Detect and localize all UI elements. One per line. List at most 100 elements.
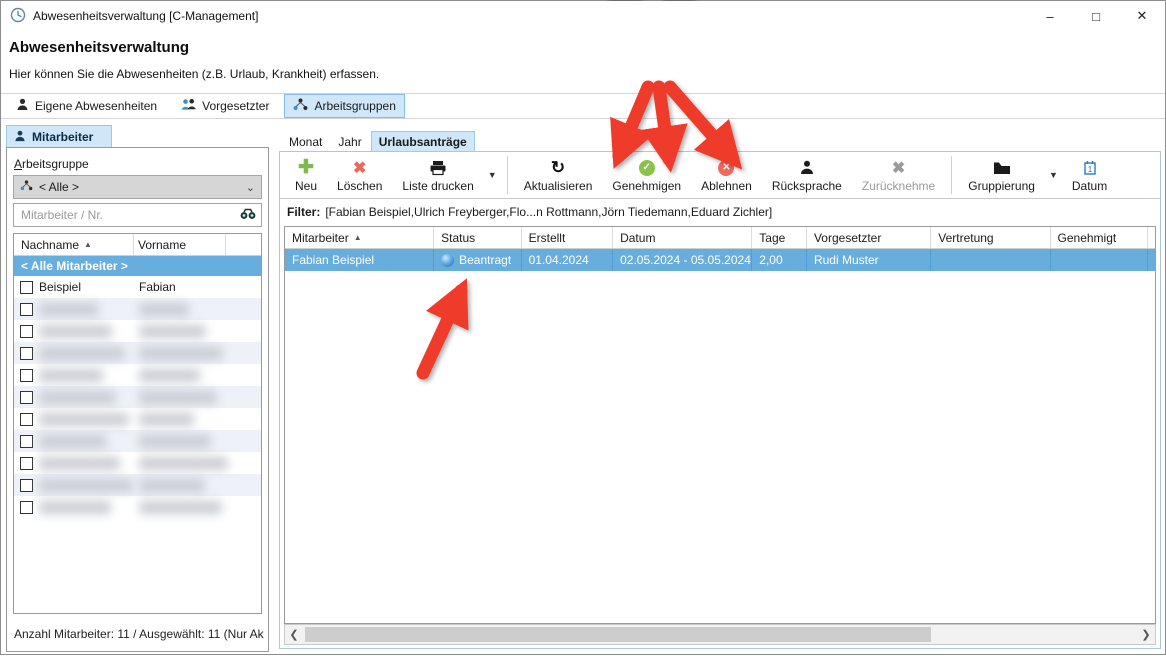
list-item-blurred[interactable] — [14, 298, 261, 320]
column-header-nachname[interactable]: Nachname ▲ — [14, 234, 134, 255]
sort-asc-icon: ▲ — [84, 240, 92, 249]
checkbox[interactable] — [20, 413, 33, 426]
calendar-icon: 1 — [1084, 158, 1096, 178]
filter-label: Filter: — [287, 205, 320, 219]
scroll-left-icon[interactable]: ❮ — [285, 628, 303, 641]
requests-table: Mitarbeiter ▲ Status Erstellt Datum Tage… — [284, 226, 1156, 624]
binoculars-icon[interactable] — [240, 208, 256, 223]
tab-label: Arbeitsgruppen — [314, 99, 395, 113]
workgroup-icon — [20, 180, 33, 194]
checkbox[interactable] — [20, 303, 33, 316]
arbeitsgruppe-label: Arbeitsgruppe — [14, 157, 89, 171]
close-button[interactable]: ✕ — [1119, 1, 1165, 31]
neu-button[interactable]: ✚ Neu — [285, 152, 327, 198]
checkbox[interactable] — [20, 457, 33, 470]
maximize-button[interactable]: □ — [1073, 1, 1119, 31]
ruecksprache-button[interactable]: Rücksprache — [762, 152, 852, 198]
checkbox[interactable] — [20, 347, 33, 360]
tab-label: Mitarbeiter — [32, 130, 93, 144]
column-header-mitarbeiter[interactable]: Mitarbeiter ▲ — [285, 227, 434, 248]
datum-button[interactable]: 1 Datum — [1062, 152, 1117, 198]
status-beantragt-icon — [441, 254, 454, 267]
horizontal-scrollbar[interactable]: ❮ ❯ — [284, 624, 1156, 645]
table-row-selected[interactable]: Fabian Beispiel Beantragt 01.04.2024 02.… — [285, 249, 1155, 271]
titlebar: Abwesenheitsverwaltung [C-Management] – … — [1, 1, 1165, 31]
minimize-button[interactable]: – — [1027, 1, 1073, 31]
list-item-blurred[interactable] — [14, 320, 261, 342]
tab-mitarbeiter[interactable]: Mitarbeiter — [6, 125, 112, 148]
scroll-right-icon[interactable]: ❯ — [1137, 628, 1155, 641]
app-clock-icon — [10, 7, 26, 26]
toolbar: ✚ Neu ✖ Löschen Liste drucken ▼ ↻ Aktual… — [280, 152, 1160, 199]
mitarbeiter-panel: Arbeitsgruppe < Alle > ⌄ Nachname ▲ Vorn… — [6, 147, 269, 652]
tab-arbeitsgruppen[interactable]: Arbeitsgruppen — [284, 94, 404, 118]
gruppierung-button[interactable]: Gruppierung — [958, 152, 1045, 198]
workgroup-icon — [293, 98, 308, 114]
sort-asc-icon: ▲ — [354, 233, 362, 242]
mitarbeiter-count-status: Anzahl Mitarbeiter: 11 / Ausgewählt: 11 … — [14, 627, 266, 641]
tab-monat[interactable]: Monat — [282, 132, 329, 152]
list-item-blurred[interactable] — [14, 474, 261, 496]
list-item[interactable]: Beispiel Fabian — [14, 276, 261, 298]
print-dropdown-arrow[interactable]: ▼ — [484, 152, 501, 198]
checkbox[interactable] — [20, 369, 33, 382]
checkbox[interactable] — [20, 501, 33, 514]
person-icon — [800, 158, 814, 178]
checkbox[interactable] — [20, 435, 33, 448]
folder-icon — [993, 158, 1011, 178]
list-item-blurred[interactable] — [14, 386, 261, 408]
checkbox[interactable] — [20, 479, 33, 492]
aktualisieren-button[interactable]: ↻ Aktualisieren — [514, 152, 603, 198]
tab-jahr[interactable]: Jahr — [331, 132, 368, 152]
column-header-vorgesetzter[interactable]: Vorgesetzter — [807, 227, 931, 248]
tab-label: Vorgesetzter — [202, 99, 269, 113]
table-header: Mitarbeiter ▲ Status Erstellt Datum Tage… — [285, 227, 1155, 249]
list-item-blurred[interactable] — [14, 364, 261, 386]
urlaubsantraege-panel: ✚ Neu ✖ Löschen Liste drucken ▼ ↻ Aktual… — [279, 151, 1161, 649]
gruppierung-dropdown-arrow[interactable]: ▼ — [1045, 152, 1062, 198]
tab-urlaubsantraege[interactable]: Urlaubsanträge — [371, 131, 475, 152]
view-tab-bar: Monat Jahr Urlaubsanträge — [282, 129, 475, 152]
tab-eigene-abwesenheiten[interactable]: Eigene Abwesenheiten — [7, 94, 166, 118]
list-item-blurred[interactable] — [14, 430, 261, 452]
list-header: Nachname ▲ Vorname — [14, 234, 261, 256]
column-header-genehmigt[interactable]: Genehmigt — [1051, 227, 1148, 248]
person-icon — [16, 98, 29, 114]
window-title: Abwesenheitsverwaltung [C-Management] — [33, 9, 258, 23]
liste-drucken-button[interactable]: Liste drucken — [392, 152, 483, 198]
column-header-tage[interactable]: Tage — [752, 227, 807, 248]
page-subtitle: Hier können Sie die Abwesenheiten (z.B. … — [9, 67, 379, 81]
column-header-vertretung[interactable]: Vertretung — [931, 227, 1050, 248]
disabled-x-icon: ✖ — [892, 158, 905, 178]
column-header-datum[interactable]: Datum — [613, 227, 752, 248]
column-header-status[interactable]: Status — [434, 227, 522, 248]
list-item-blurred[interactable] — [14, 496, 261, 518]
ablehnen-button[interactable]: ✕ Ablehnen — [691, 152, 762, 198]
filter-value: [Fabian Beispiel,Ulrich Freyberger,Flo..… — [325, 205, 772, 219]
search-input[interactable] — [19, 207, 240, 223]
list-item-blurred[interactable] — [14, 408, 261, 430]
checkbox[interactable] — [20, 281, 33, 294]
arbeitsgruppe-dropdown[interactable]: < Alle > ⌄ — [13, 175, 262, 199]
list-item-alle-mitarbeiter[interactable]: < Alle Mitarbeiter > — [14, 256, 261, 276]
column-header-erstellt[interactable]: Erstellt — [522, 227, 613, 248]
column-header-vorname[interactable]: Vorname — [134, 234, 226, 255]
loeschen-button[interactable]: ✖ Löschen — [327, 152, 392, 198]
scrollbar-thumb[interactable] — [305, 627, 931, 642]
refresh-icon: ↻ — [551, 158, 565, 178]
chevron-down-icon: ⌄ — [246, 181, 255, 194]
person-icon — [14, 130, 26, 145]
dropdown-value: < Alle > — [39, 180, 79, 194]
printer-icon — [429, 158, 447, 178]
plus-icon: ✚ — [298, 161, 314, 175]
reject-x-icon: ✕ — [718, 160, 734, 176]
zuruecknehmen-button: ✖ Zurücknehme — [852, 152, 945, 198]
people-icon — [181, 98, 196, 114]
checkbox[interactable] — [20, 325, 33, 338]
tab-vorgesetzter[interactable]: Vorgesetzter — [172, 94, 278, 118]
list-item-blurred[interactable] — [14, 342, 261, 364]
list-item-blurred[interactable] — [14, 452, 261, 474]
genehmigen-button[interactable]: ✓ Genehmigen — [602, 152, 691, 198]
checkbox[interactable] — [20, 391, 33, 404]
app-window: Abwesenheitsverwaltung [C-Management] – … — [0, 0, 1166, 655]
